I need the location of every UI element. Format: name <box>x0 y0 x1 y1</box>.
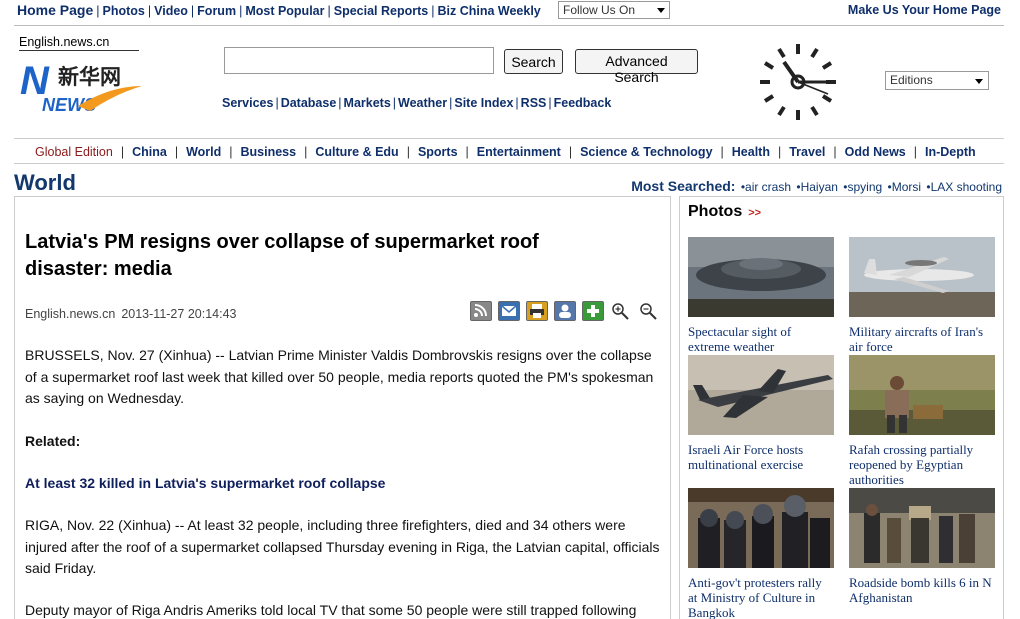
storm-cloud-photo[interactable] <box>688 237 834 317</box>
home-page-link[interactable]: Home Page <box>17 2 93 18</box>
nav-world[interactable]: World <box>186 145 221 159</box>
nav-culture-edu[interactable]: Culture & Edu <box>315 145 398 159</box>
top-bar: Home Page | Photos | Video | Forum | Most Popula… <box>0 0 1020 22</box>
military-aircraft-photo[interactable] <box>849 237 995 317</box>
nav-in-depth[interactable]: In-Depth <box>925 145 976 159</box>
article-meta: English.news.cn 2013-11-27 20:14:43 <box>25 307 236 321</box>
chevron-down-icon <box>975 79 983 84</box>
make-home-page-link[interactable]: Make Us Your Home Page <box>848 3 1001 17</box>
database-link[interactable]: Database <box>281 96 337 110</box>
rss-icon[interactable] <box>470 301 492 321</box>
email-icon[interactable] <box>498 301 520 321</box>
nav-health[interactable]: Health <box>732 145 770 159</box>
related-label: Related: <box>25 433 81 449</box>
article-panel: Latvia's PM resigns over collapse of sup… <box>14 196 671 619</box>
services-link[interactable]: Services <box>222 96 273 110</box>
editions-select[interactable]: Editions <box>885 71 989 90</box>
video-link[interactable]: Video <box>154 4 188 18</box>
xinhua-news-logo[interactable]: N NEWS 新华网 <box>20 56 145 116</box>
afghanistan-photo[interactable] <box>849 488 995 568</box>
photo-item[interactable]: Anti-gov't protesters rally at Ministry … <box>688 488 834 619</box>
article-paragraph: BRUSSELS, Nov. 27 (Xinhua) -- Latvian Pr… <box>25 347 654 406</box>
photo-caption[interactable]: Anti-gov't protesters rally at Ministry … <box>688 575 834 619</box>
follow-us-select[interactable]: Follow Us On <box>558 1 670 19</box>
main-nav: Global Edition | China | World | Business | Cult… <box>14 138 1004 164</box>
photo-caption[interactable]: Roadside bomb kills 6 in N Afghanistan <box>849 575 995 605</box>
most-searched-item[interactable]: •LAX shooting <box>926 180 1002 194</box>
clock-icon <box>758 42 838 122</box>
print-icon[interactable] <box>526 301 548 321</box>
nav-travel[interactable]: Travel <box>789 145 825 159</box>
add-icon[interactable] <box>582 301 604 321</box>
zoom-out-icon[interactable] <box>638 301 660 321</box>
more-link[interactable]: >> <box>748 207 761 219</box>
fighter-jet-photo[interactable] <box>688 355 834 435</box>
editions-label: Editions <box>890 73 933 87</box>
nav-business[interactable]: Business <box>241 145 297 159</box>
photos-panel: Photos >> Spectacular sight of extreme we… <box>679 196 1004 619</box>
photo-caption[interactable]: Israeli Air Force hosts multinational ex… <box>688 442 834 472</box>
nav-china[interactable]: China <box>132 145 167 159</box>
biz-china-weekly-link[interactable]: Biz China Weekly <box>437 4 540 18</box>
article-paragraph: RIGA, Nov. 22 (Xinhua) -- At least 32 pe… <box>25 517 660 576</box>
top-links: Home Page | Photos | Video | Forum | Most Popula… <box>17 2 541 18</box>
zoom-in-icon[interactable] <box>610 301 632 321</box>
most-popular-link[interactable]: Most Popular <box>245 4 324 18</box>
article-source: English.news.cn <box>25 307 116 321</box>
article-tools <box>470 301 660 321</box>
article-headline: Latvia's PM resigns over collapse of sup… <box>25 231 539 280</box>
most-searched-item[interactable]: •Morsi <box>888 180 922 194</box>
share-icon[interactable] <box>554 301 576 321</box>
search-input[interactable] <box>224 47 494 74</box>
most-searched-item[interactable]: •Haiyan <box>796 180 838 194</box>
photo-item[interactable]: Spectacular sight of extreme weather <box>688 237 834 354</box>
rss-link[interactable]: RSS <box>521 96 547 110</box>
logo-graphic: N NEWS 新华网 <box>20 59 142 115</box>
photo-item[interactable]: Rafah crossing partially reopened by Egy… <box>849 355 995 487</box>
most-searched-label: Most Searched: <box>631 178 736 194</box>
feedback-link[interactable]: Feedback <box>554 96 612 110</box>
site-index-link[interactable]: Site Index <box>454 96 513 110</box>
photo-item[interactable]: Roadside bomb kills 6 in N Afghanistan <box>849 488 995 605</box>
photos-heading[interactable]: Photos >> <box>688 203 761 221</box>
weather-link[interactable]: Weather <box>398 96 447 110</box>
photo-caption[interactable]: Military aircrafts of Iran's air force <box>849 324 995 354</box>
most-searched: Most Searched: •air crash •Haiyan •spyin… <box>631 178 1002 194</box>
forum-link[interactable]: Forum <box>197 4 236 18</box>
nav-sports[interactable]: Sports <box>418 145 458 159</box>
search-button[interactable]: Search <box>504 49 563 74</box>
photo-item[interactable]: Israeli Air Force hosts multinational ex… <box>688 355 834 472</box>
article-paragraph: Deputy mayor of Riga Andris Ameriks told… <box>25 602 637 618</box>
nav-global-edition[interactable]: Global Edition <box>35 145 113 159</box>
advanced-search-button[interactable]: Advanced Search <box>575 49 698 85</box>
bangkok-police-photo[interactable] <box>688 488 834 568</box>
chevron-down-icon <box>657 8 665 13</box>
site-url: English.news.cn <box>19 35 139 51</box>
markets-link[interactable]: Markets <box>344 96 391 110</box>
follow-us-label: Follow Us On <box>563 3 636 17</box>
section-title: World <box>14 170 76 195</box>
related-article-link[interactable]: At least 32 killed in Latvia's supermark… <box>25 473 660 495</box>
nav-science-technology[interactable]: Science & Technology <box>580 145 712 159</box>
photo-caption[interactable]: Rafah crossing partially reopened by Egy… <box>849 442 995 487</box>
most-searched-item[interactable]: •spying <box>843 180 882 194</box>
photos-title: Photos <box>688 203 743 220</box>
rafah-crossing-photo[interactable] <box>849 355 995 435</box>
photo-item[interactable]: Military aircrafts of Iran's air force <box>849 237 995 354</box>
photos-link[interactable]: Photos <box>103 4 145 18</box>
nav-odd-news[interactable]: Odd News <box>845 145 906 159</box>
photo-caption[interactable]: Spectacular sight of extreme weather <box>688 324 834 354</box>
article-date: 2013-11-27 20:14:43 <box>121 307 237 321</box>
svg-text:新华网: 新华网 <box>58 65 121 89</box>
special-reports-link[interactable]: Special Reports <box>334 4 428 18</box>
services-links: Services | Database | Markets | Weather | Site I… <box>222 96 612 110</box>
divider <box>14 25 1004 26</box>
nav-entertainment[interactable]: Entertainment <box>477 145 561 159</box>
most-searched-item[interactable]: •air crash <box>741 180 791 194</box>
